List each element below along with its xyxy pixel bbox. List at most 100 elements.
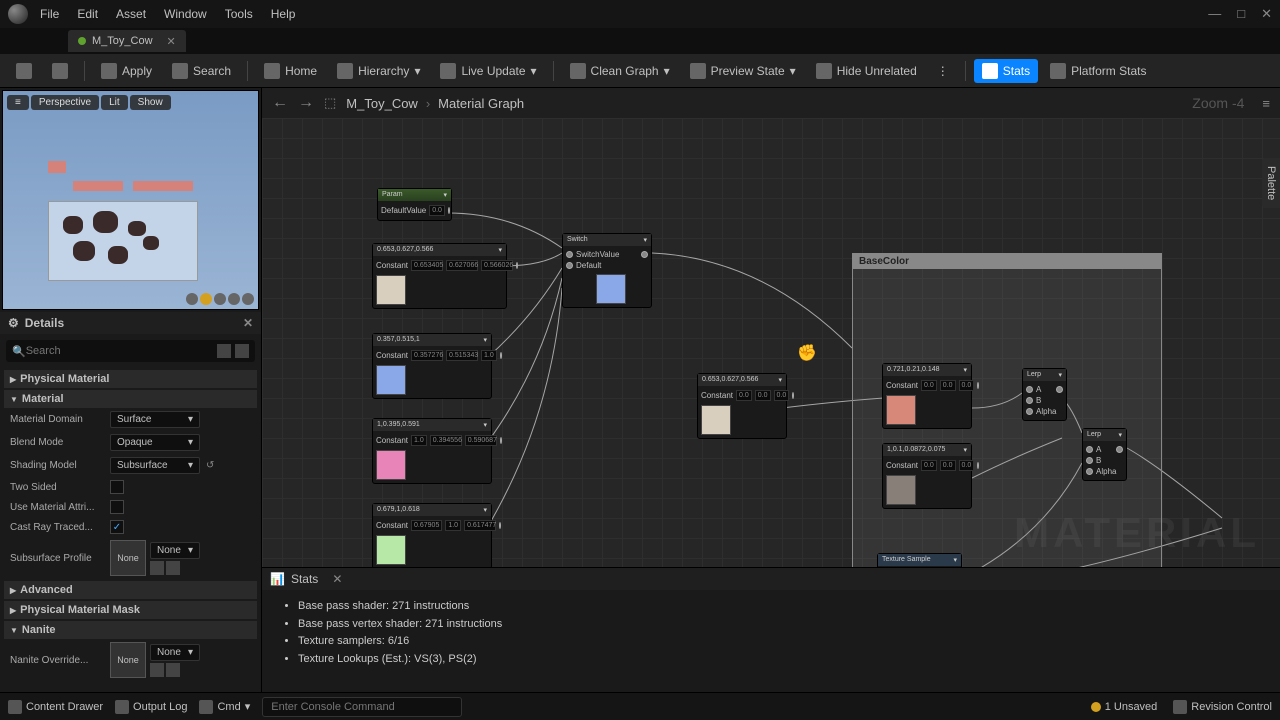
- category-material[interactable]: ▼Material: [4, 390, 257, 408]
- breadcrumb-graph[interactable]: Material Graph: [438, 96, 524, 111]
- unsaved-button[interactable]: 1 Unsaved: [1091, 701, 1158, 713]
- save-button[interactable]: [8, 59, 40, 83]
- preview-state-button[interactable]: Preview State▾: [682, 59, 804, 83]
- more-button[interactable]: ⋮: [929, 60, 957, 82]
- hide-icon: [816, 63, 832, 79]
- hierarchy-button[interactable]: Hierarchy▾: [329, 59, 428, 83]
- chevron-down-icon: ▾: [531, 64, 537, 78]
- search-button[interactable]: Search: [164, 59, 239, 83]
- shading-model-dropdown[interactable]: Subsurface▾: [110, 457, 200, 474]
- prop-castray-label: Cast Ray Traced...: [10, 522, 110, 533]
- cast-ray-checkbox[interactable]: [110, 520, 124, 534]
- preview-viewport[interactable]: ≡ Perspective Lit Show: [2, 90, 259, 310]
- settings-icon[interactable]: [235, 344, 249, 358]
- home-button[interactable]: Home: [256, 59, 325, 83]
- use-material-attr-checkbox[interactable]: [110, 500, 124, 514]
- node-constant-1[interactable]: 0.653,0.627,0.566▾ Constant0.6534050.627…: [372, 243, 507, 309]
- palette-tab[interactable]: Palette: [1262, 158, 1280, 208]
- nav-back-button[interactable]: ←: [272, 94, 288, 112]
- zoom-level: Zoom -4: [1192, 95, 1244, 111]
- minimize-button[interactable]: —: [1208, 6, 1221, 22]
- hide-unrelated-button[interactable]: Hide Unrelated: [808, 59, 925, 83]
- console-input[interactable]: [262, 697, 462, 717]
- close-button[interactable]: ✕: [1261, 6, 1272, 22]
- tab-close-icon[interactable]: ✕: [167, 35, 176, 48]
- chevron-down-icon: ▾: [790, 64, 796, 78]
- stats-close-icon[interactable]: ✕: [332, 572, 342, 586]
- menu-help[interactable]: Help: [271, 7, 296, 21]
- node-constant-2[interactable]: 0.357,0.515,1▾ Constant0.3572760.5153431…: [372, 333, 492, 399]
- shape-cube-icon[interactable]: [228, 293, 240, 305]
- node-constant-3[interactable]: 1,0.395,0.591▾ Constant1.00.3945560.5906…: [372, 418, 492, 484]
- prop-useattr-label: Use Material Attri...: [10, 502, 110, 513]
- reset-icon[interactable]: ↺: [206, 460, 214, 471]
- prop-domain-label: Material Domain: [10, 414, 110, 425]
- viewport-show[interactable]: Show: [130, 95, 171, 110]
- node-switch[interactable]: Switch▾ SwitchValue Default: [562, 233, 652, 308]
- node-lerp-2[interactable]: Lerp▾ A B Alpha: [1082, 428, 1127, 481]
- stats-toggle[interactable]: Stats: [974, 59, 1038, 83]
- shape-sphere-icon[interactable]: [200, 293, 212, 305]
- node-lerp-1[interactable]: Lerp▾ A B Alpha: [1022, 368, 1067, 421]
- browse-button[interactable]: [44, 59, 76, 83]
- subsurf-dropdown[interactable]: None▾: [150, 542, 200, 559]
- menu-file[interactable]: File: [40, 7, 59, 21]
- viewport-perspective[interactable]: Perspective: [31, 95, 99, 110]
- details-search-input[interactable]: [26, 345, 217, 357]
- revision-control-button[interactable]: Revision Control: [1173, 700, 1272, 714]
- viewport-lit[interactable]: Lit: [101, 95, 128, 110]
- shape-custom-icon[interactable]: [242, 293, 254, 305]
- stats-line: Texture samplers: 6/16: [298, 633, 1260, 651]
- unsaved-dot-icon: [1091, 702, 1101, 712]
- content-drawer-button[interactable]: Content Drawer: [8, 700, 103, 714]
- nanite-thumb[interactable]: None: [110, 642, 146, 678]
- dirty-indicator-icon: [78, 37, 86, 45]
- use-icon[interactable]: [150, 561, 164, 575]
- viewport-menu[interactable]: ≡: [7, 95, 29, 110]
- stats-line: Base pass shader: 271 instructions: [298, 598, 1260, 616]
- blend-mode-dropdown[interactable]: Opaque▾: [110, 434, 200, 451]
- comment-title: BaseColor: [853, 254, 1161, 269]
- node-texture-sample[interactable]: Texture Sample▾ UVsRGB Tex Apply View Mi…: [877, 553, 962, 567]
- node-param[interactable]: Param▾ DefaultValue0.0: [377, 188, 452, 221]
- shape-cylinder-icon[interactable]: [186, 293, 198, 305]
- subsurf-thumb[interactable]: None: [110, 540, 146, 576]
- filter-icon[interactable]: [217, 344, 231, 358]
- asset-tab[interactable]: M_Toy_Cow ✕: [68, 30, 186, 52]
- platform-stats-button[interactable]: Platform Stats: [1042, 59, 1154, 83]
- apply-button[interactable]: Apply: [93, 59, 160, 83]
- prop-blend-label: Blend Mode: [10, 437, 110, 448]
- browse-asset-icon[interactable]: [166, 663, 180, 677]
- nanite-dropdown[interactable]: None▾: [150, 644, 200, 661]
- output-log-button[interactable]: Output Log: [115, 700, 187, 714]
- node-constant-4[interactable]: 0.679,1,0.618▾ Constant0.679051.00.61747…: [372, 503, 492, 567]
- category-physical-material[interactable]: ▶Physical Material: [4, 370, 257, 388]
- details-close-icon[interactable]: ✕: [243, 316, 253, 330]
- nav-forward-button[interactable]: →: [298, 94, 314, 112]
- menu-window[interactable]: Window: [164, 7, 207, 21]
- node-constant-5[interactable]: 0.653,0.627,0.566▾ Constant0.00.00.0: [697, 373, 787, 439]
- use-icon[interactable]: [150, 663, 164, 677]
- graph-options-icon[interactable]: ≡: [1262, 96, 1270, 111]
- node-constant-6[interactable]: 0.721,0.21,0.148▾ Constant0.00.00.0: [882, 363, 972, 429]
- live-update-icon: [440, 63, 456, 79]
- shape-plane-icon[interactable]: [214, 293, 226, 305]
- tab-label: M_Toy_Cow: [92, 35, 153, 47]
- menu-tools[interactable]: Tools: [225, 7, 253, 21]
- menu-edit[interactable]: Edit: [77, 7, 98, 21]
- two-sided-checkbox[interactable]: [110, 480, 124, 494]
- maximize-button[interactable]: □: [1237, 6, 1245, 22]
- breadcrumb-asset[interactable]: M_Toy_Cow: [346, 96, 418, 111]
- browse-asset-icon[interactable]: [166, 561, 180, 575]
- node-constant-7[interactable]: 1,0.1,0.0872,0.075▾ Constant0.00.00.0: [882, 443, 972, 509]
- live-update-button[interactable]: Live Update▾: [432, 59, 544, 83]
- category-phys-mask[interactable]: ▶Physical Material Mask: [4, 601, 257, 619]
- material-domain-dropdown[interactable]: Surface▾: [110, 411, 200, 428]
- details-icon: ⚙: [8, 316, 19, 330]
- category-advanced[interactable]: ▶Advanced: [4, 581, 257, 599]
- category-nanite[interactable]: ▼Nanite: [4, 621, 257, 639]
- cmd-button[interactable]: Cmd▾: [199, 700, 250, 714]
- menu-asset[interactable]: Asset: [116, 7, 146, 21]
- material-graph-canvas[interactable]: Palette MATERIAL ✊ Param▾ DefaultValue0.…: [262, 118, 1280, 567]
- clean-graph-button[interactable]: Clean Graph▾: [562, 59, 678, 83]
